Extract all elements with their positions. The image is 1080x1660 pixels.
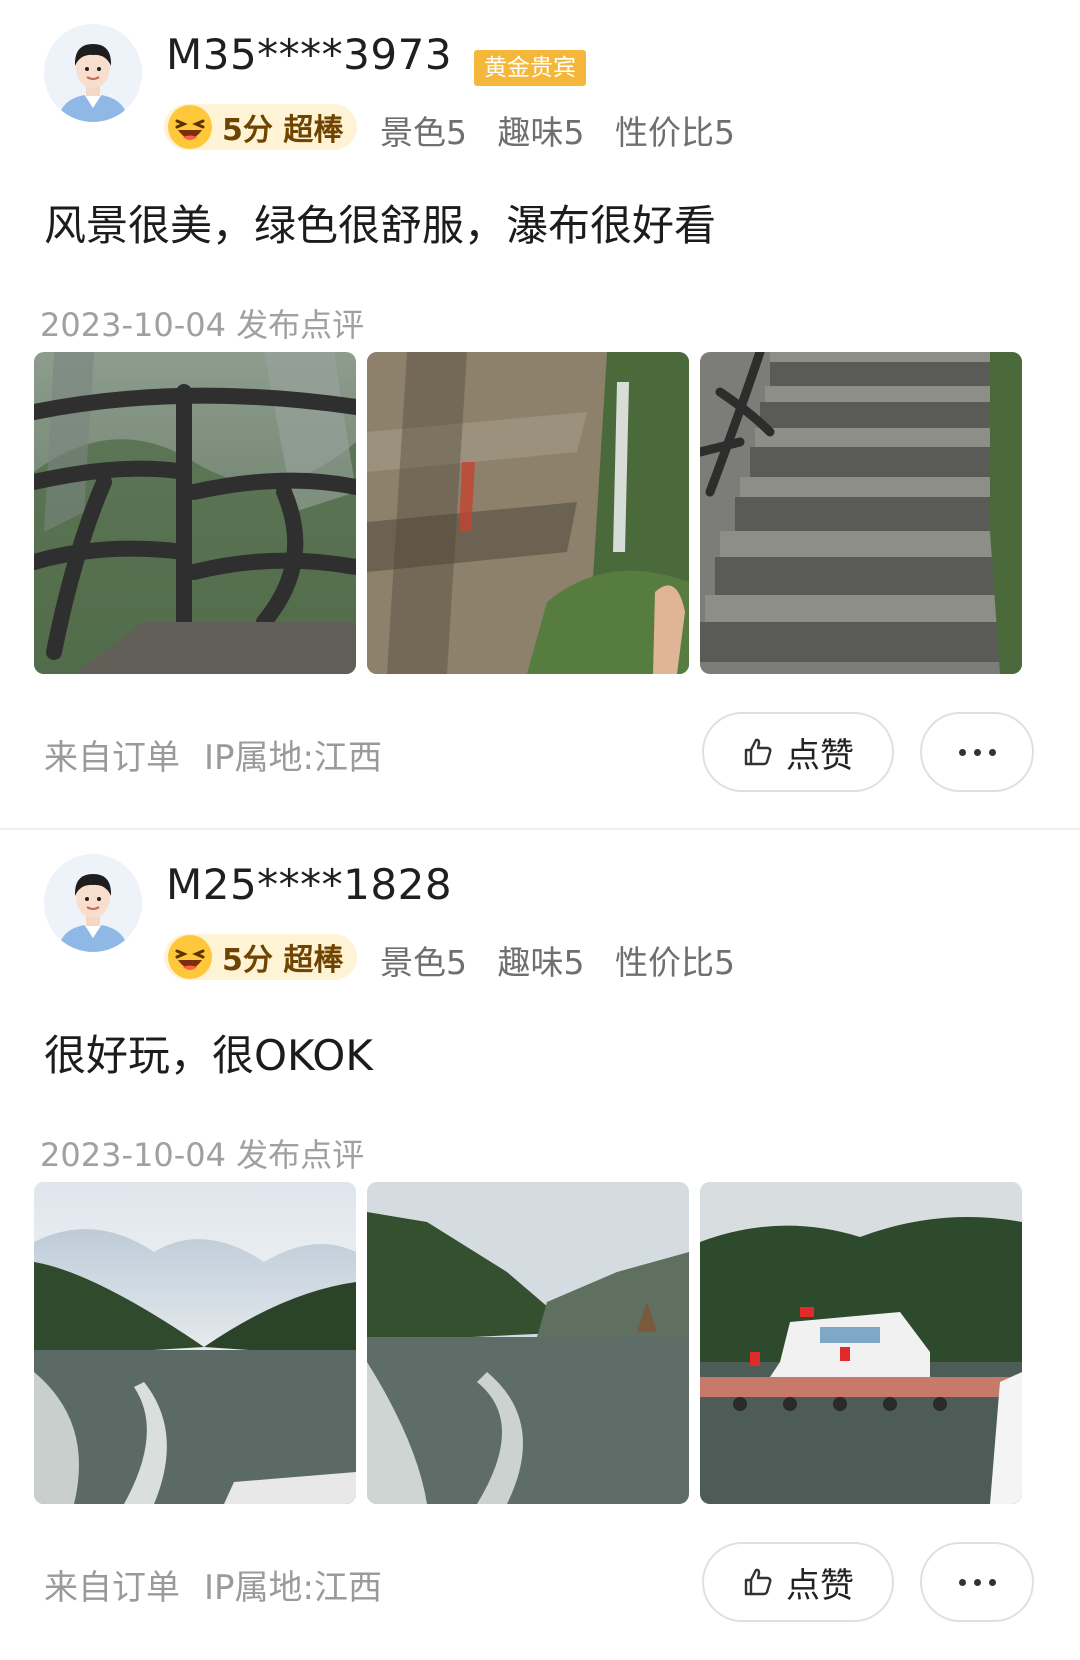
- score-pill: 5分 超棒: [164, 104, 358, 150]
- score-fun: 趣味5: [497, 943, 585, 982]
- order-source: 来自订单: [44, 738, 180, 778]
- ellipsis-dot: [973, 748, 981, 756]
- photo-grid: [34, 1182, 1034, 1504]
- ip-location: IP属地:江西: [204, 738, 382, 778]
- ellipsis-dot: [973, 1578, 981, 1586]
- username: M25****1828: [166, 860, 453, 909]
- ellipsis-dot: [988, 748, 996, 756]
- like-button[interactable]: 点赞: [702, 1542, 894, 1622]
- review-date: 2023-10-04 发布点评: [40, 306, 365, 344]
- ellipsis-dot: [988, 1578, 996, 1586]
- overall-score: 5分 超棒: [222, 113, 344, 148]
- score-scenery: 景色5: [380, 943, 467, 982]
- avatar[interactable]: [44, 854, 142, 952]
- lake-boat-wake-photo[interactable]: [34, 1182, 356, 1504]
- username: M35****3973: [166, 30, 453, 79]
- order-source: 来自订单: [44, 1568, 180, 1608]
- vip-badge: 黄金贵宾: [474, 50, 586, 86]
- score-value: 性价比5: [615, 113, 735, 152]
- rock-cliff-waterfall-photo[interactable]: [367, 352, 689, 674]
- pier-boat-flags-photo[interactable]: [700, 1182, 1022, 1504]
- like-label: 点赞: [786, 1565, 854, 1606]
- score-pill: 5分 超棒: [164, 934, 358, 980]
- review-card: M25****1828 5分 超棒 景色5 趣味5 性价比5 很好玩，很OKOK…: [0, 828, 1080, 1658]
- more-options-button[interactable]: [920, 712, 1034, 792]
- review-text: 风景很美，绿色很舒服，瀑布很好看: [44, 201, 717, 250]
- review-meta: 来自订单 IP属地:江西: [44, 730, 382, 779]
- like-button[interactable]: 点赞: [702, 712, 894, 792]
- ellipsis-icon: [958, 1578, 966, 1586]
- score-value: 性价比5: [615, 943, 735, 982]
- lake-mountains-wake-photo[interactable]: [367, 1182, 689, 1504]
- photo-grid: [34, 352, 1034, 674]
- laughing-emoji-icon: [168, 935, 212, 979]
- thumbs-up-icon: [744, 738, 772, 766]
- review-date: 2023-10-04 发布点评: [40, 1136, 365, 1174]
- review-meta: 来自订单 IP属地:江西: [44, 1560, 382, 1609]
- sub-scores: 景色5 趣味5 性价比5: [380, 106, 751, 154]
- score-scenery: 景色5: [380, 113, 467, 152]
- score-fun: 趣味5: [497, 113, 585, 152]
- stone-steps-photo[interactable]: [700, 352, 1022, 674]
- thumbs-up-icon: [744, 1568, 772, 1596]
- wooden-railing-cliff-photo[interactable]: [34, 352, 356, 674]
- sub-scores: 景色5 趣味5 性价比5: [380, 936, 751, 984]
- more-options-button[interactable]: [920, 1542, 1034, 1622]
- ellipsis-icon: [958, 748, 966, 756]
- laughing-emoji-icon: [168, 105, 212, 149]
- overall-score: 5分 超棒: [222, 943, 344, 978]
- like-label: 点赞: [786, 735, 854, 776]
- review-text: 很好玩，很OKOK: [44, 1031, 373, 1080]
- ip-location: IP属地:江西: [204, 1568, 382, 1608]
- avatar[interactable]: [44, 24, 142, 122]
- review-card: M35****3973 黄金贵宾 5分 超棒 景色5 趣味5 性价比5 风景很美…: [0, 0, 1080, 828]
